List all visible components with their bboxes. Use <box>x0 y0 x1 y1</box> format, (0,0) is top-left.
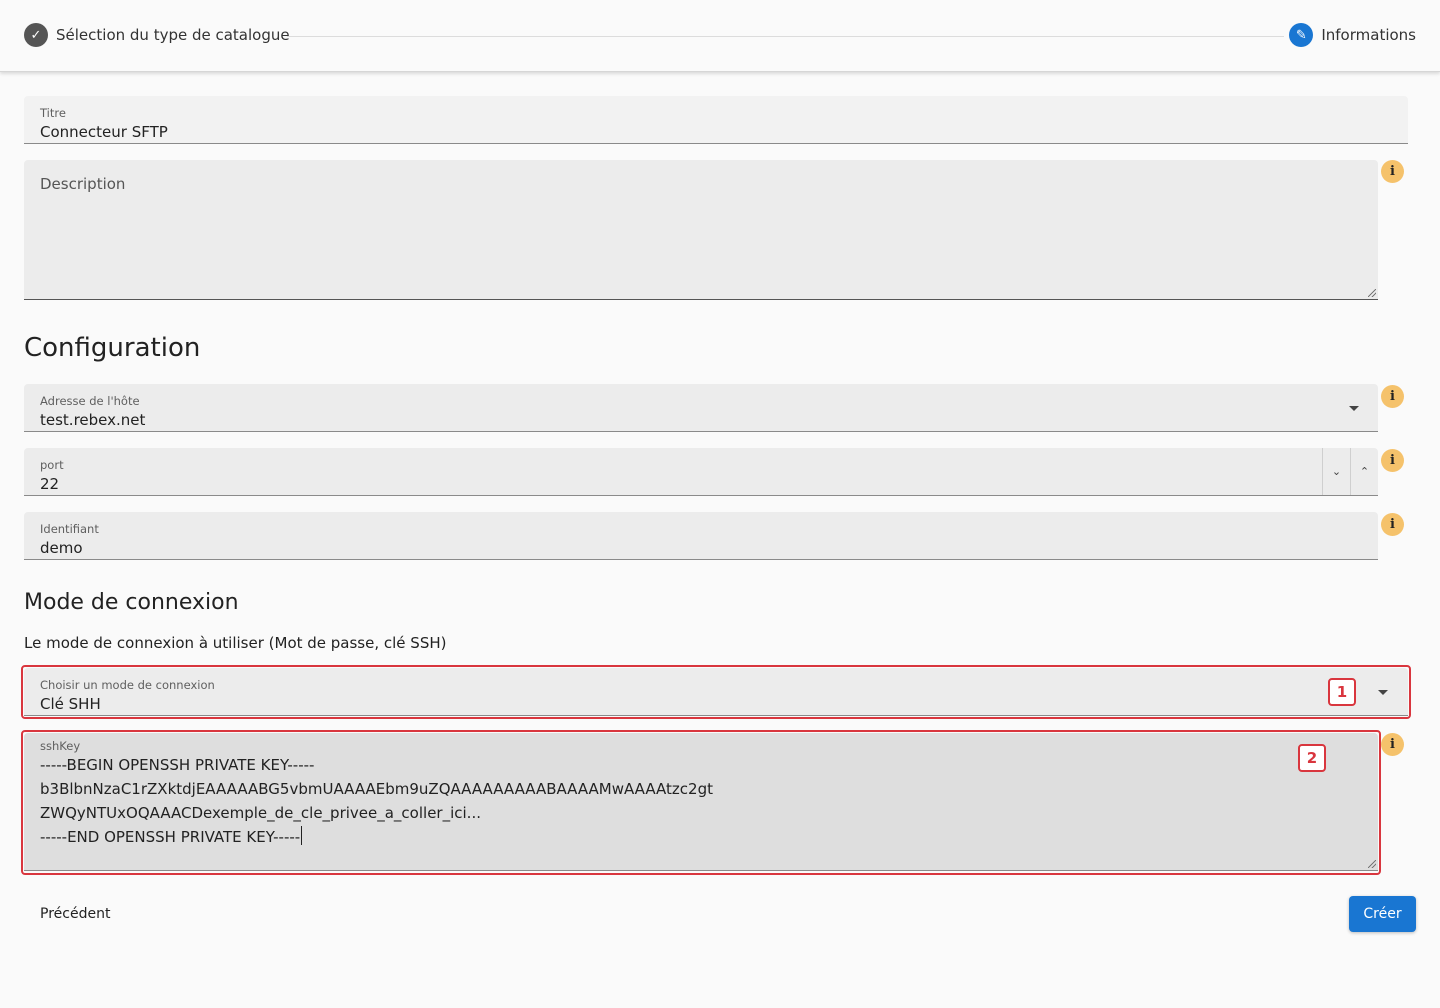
description-placeholder: Description <box>40 175 126 193</box>
pencil-icon: ✎ <box>1289 23 1314 47</box>
port-increment-button[interactable]: ⌃ <box>1350 448 1378 495</box>
step-catalog-type[interactable]: ✓ Sélection du type de catalogue <box>24 23 290 47</box>
ssh-key-line: ZWQyNTUxOQAAACDexemple_de_cle_privee_a_c… <box>40 804 481 822</box>
ssh-key-line: -----BEGIN OPENSSH PRIVATE KEY----- <box>40 756 315 774</box>
connection-mode-value: Clé SHH <box>40 695 101 713</box>
username-label: Identifiant <box>40 522 99 536</box>
previous-button[interactable]: Précédent <box>24 897 126 931</box>
port-input[interactable]: port 22 ⌄ ⌃ <box>24 448 1378 496</box>
step-catalog-type-label: Sélection du type de catalogue <box>56 26 290 44</box>
connection-mode-select[interactable]: Choisir un mode de connexion Clé SHH <box>24 668 1408 716</box>
connection-mode-heading: Mode de connexion <box>24 590 239 615</box>
description-textarea[interactable]: Description <box>24 160 1378 300</box>
annotation-badge-2: 2 <box>1298 744 1326 772</box>
create-button[interactable]: Créer <box>1349 896 1416 932</box>
port-decrement-button[interactable]: ⌄ <box>1322 448 1350 495</box>
host-value: test.rebex.net <box>40 411 146 429</box>
username-info-icon[interactable]: i <box>1381 513 1404 536</box>
ssh-key-line: b3BlbnNzaC1rZXktdjEAAAAABG5vbmUAAAAEbm9u… <box>40 780 713 798</box>
username-value: demo <box>40 539 83 557</box>
port-value: 22 <box>40 475 60 493</box>
text-caret <box>301 826 303 845</box>
dropdown-arrow-icon[interactable] <box>1349 406 1359 411</box>
stepper-connector-line <box>287 36 1284 37</box>
connection-mode-label: Choisir un mode de connexion <box>40 678 215 692</box>
host-select[interactable]: Adresse de l'hôte test.rebex.net <box>24 384 1378 432</box>
ssh-key-content: -----BEGIN OPENSSH PRIVATE KEY----- b3Bl… <box>40 753 713 849</box>
port-info-icon[interactable]: i <box>1381 449 1404 472</box>
resize-handle-icon[interactable] <box>1368 289 1376 297</box>
host-label: Adresse de l'hôte <box>40 394 140 408</box>
step-informations-label: Informations <box>1321 26 1416 44</box>
step-informations[interactable]: ✎ Informations <box>1289 23 1416 47</box>
dropdown-arrow-icon[interactable] <box>1378 690 1388 695</box>
ssh-key-label: sshKey <box>40 739 81 753</box>
description-info-icon[interactable]: i <box>1381 160 1404 183</box>
configuration-heading: Configuration <box>24 333 201 363</box>
title-field-label: Titre <box>40 106 66 120</box>
stepper-header: ✓ Sélection du type de catalogue ✎ Infor… <box>0 0 1440 72</box>
port-label: port <box>40 458 64 472</box>
check-icon: ✓ <box>24 23 48 47</box>
ssh-key-info-icon[interactable]: i <box>1381 733 1404 756</box>
title-field[interactable]: Titre Connecteur SFTP <box>24 96 1408 144</box>
host-info-icon[interactable]: i <box>1381 385 1404 408</box>
title-field-value: Connecteur SFTP <box>40 123 168 141</box>
ssh-key-textarea[interactable]: sshKey -----BEGIN OPENSSH PRIVATE KEY---… <box>24 733 1378 871</box>
annotation-badge-1: 1 <box>1328 678 1356 706</box>
username-field[interactable]: Identifiant demo <box>24 512 1378 560</box>
ssh-key-line: -----END OPENSSH PRIVATE KEY----- <box>40 828 301 846</box>
connection-mode-description: Le mode de connexion à utiliser (Mot de … <box>24 634 447 652</box>
resize-handle-icon[interactable] <box>1368 860 1376 868</box>
ssh-key-line-last: -----END OPENSSH PRIVATE KEY----- <box>40 825 713 849</box>
